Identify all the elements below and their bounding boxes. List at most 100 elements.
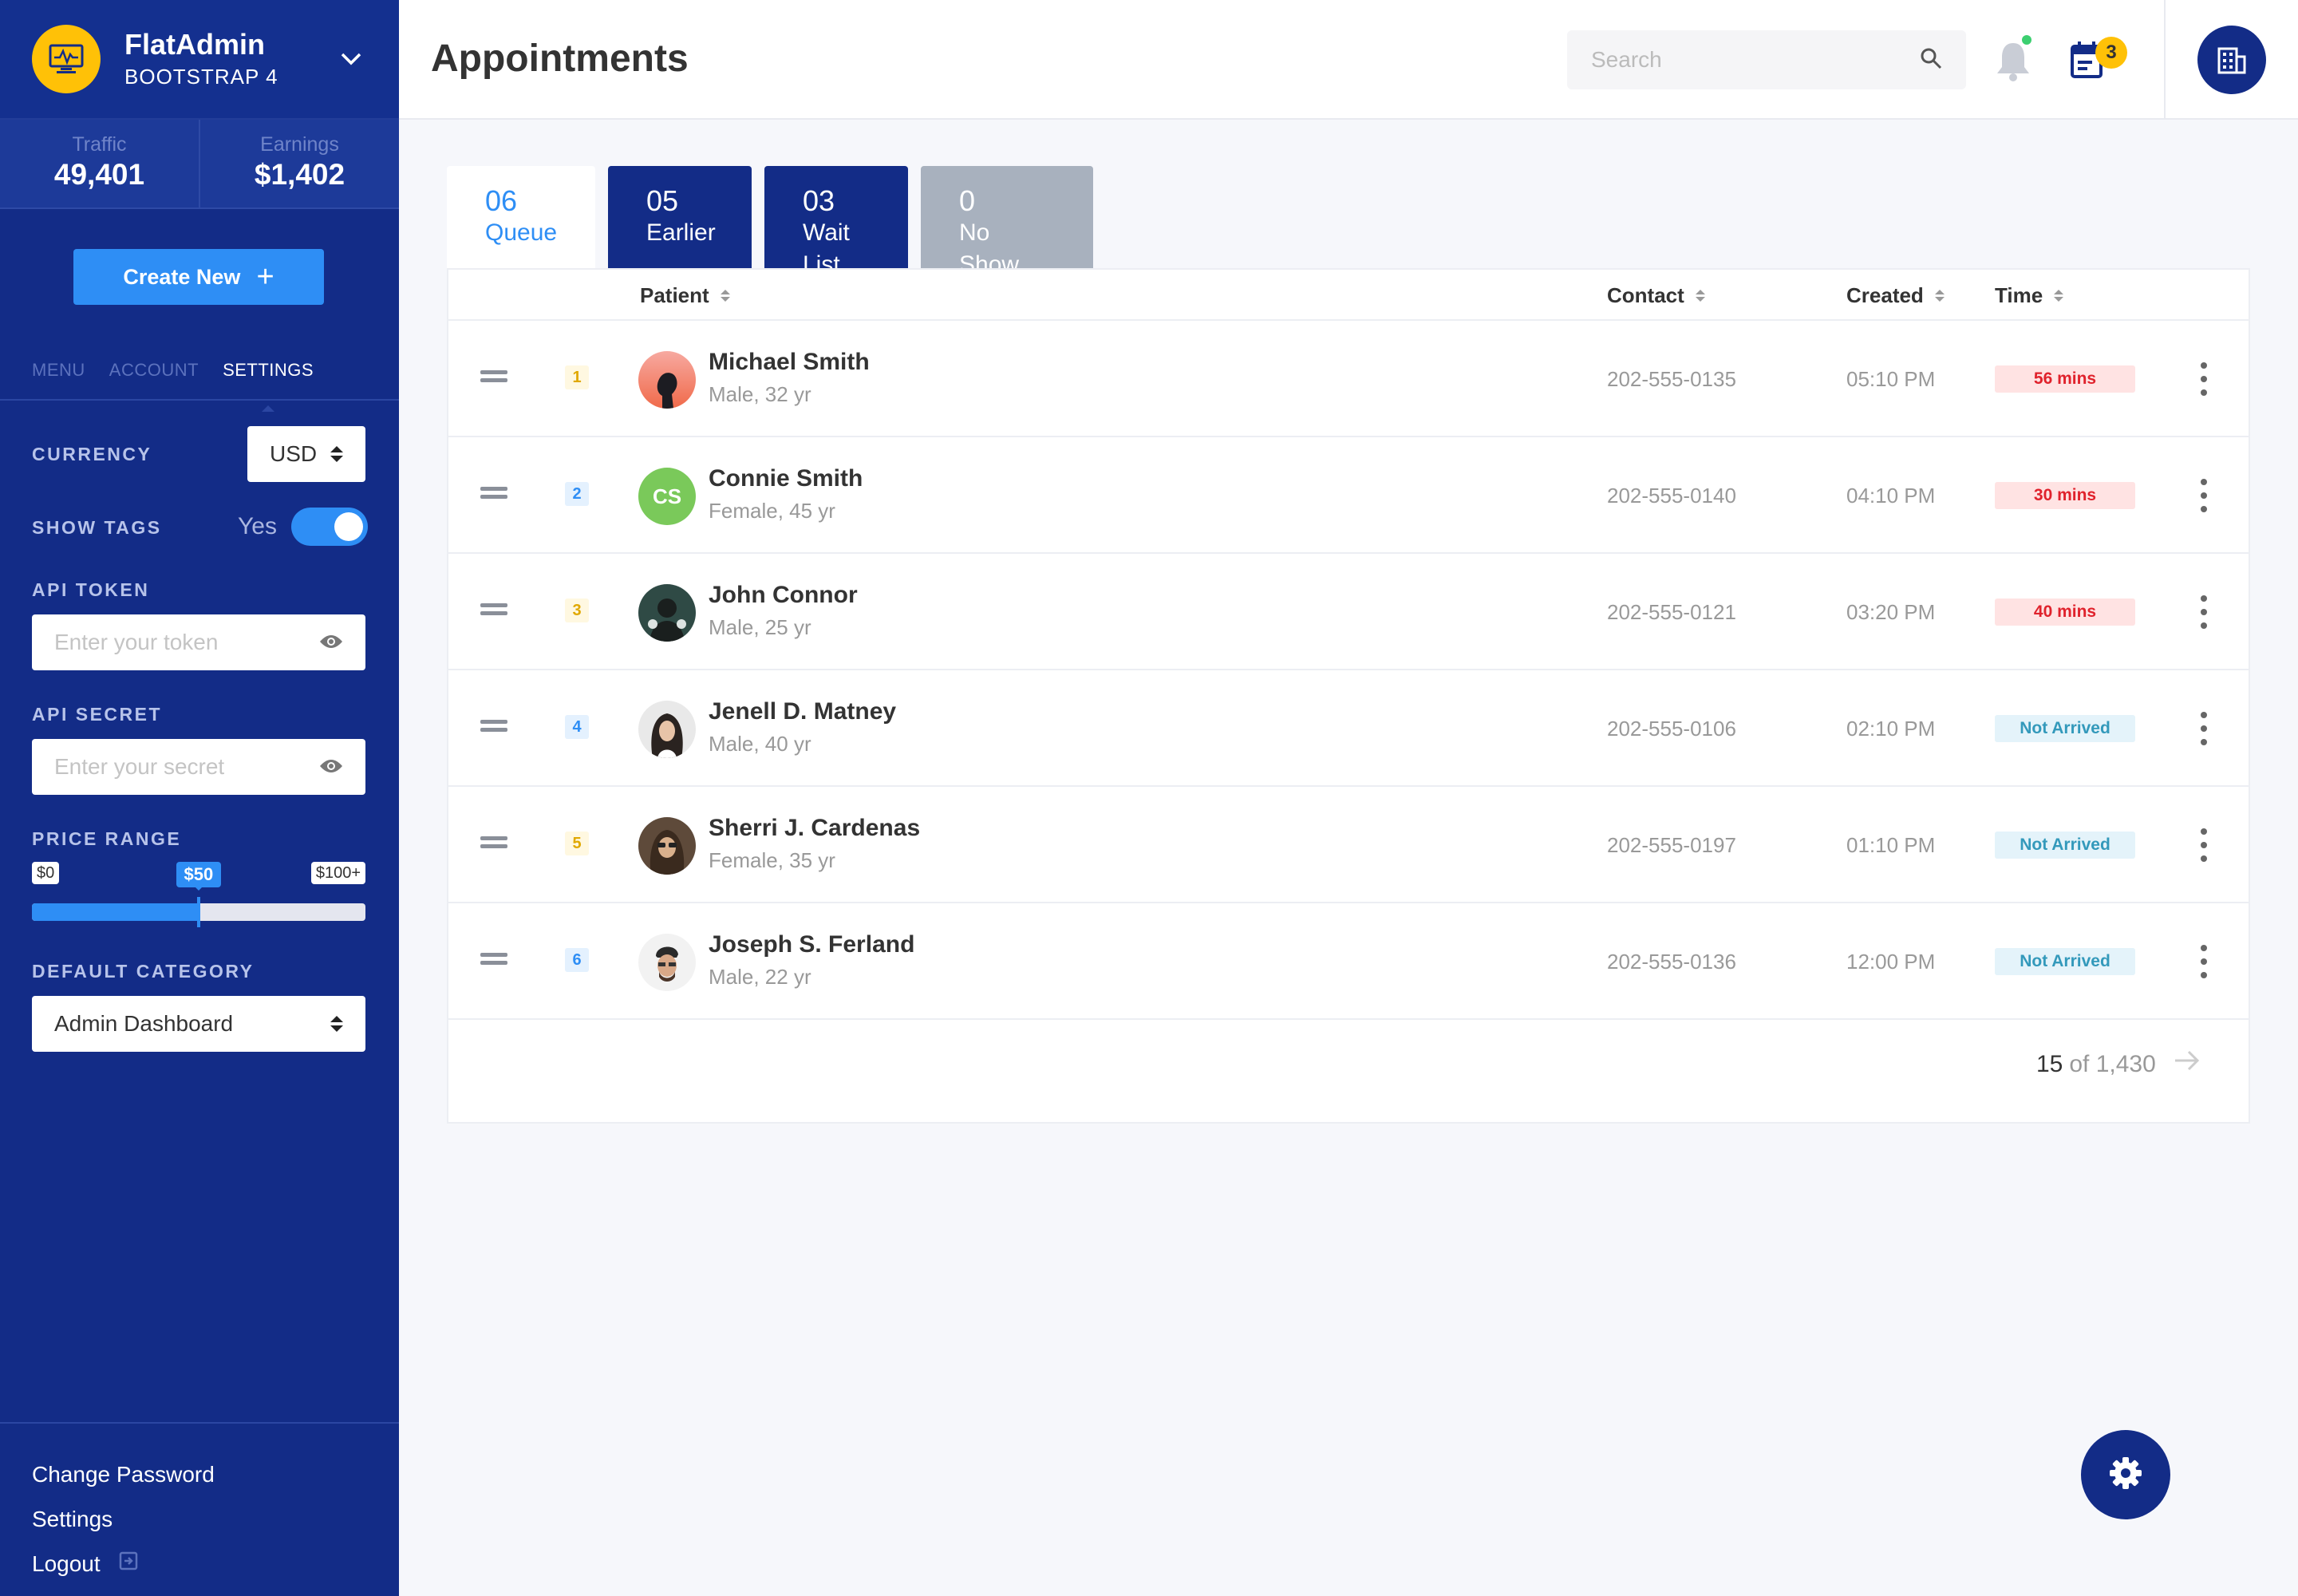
contact-phone: 202-555-0121 (1607, 600, 1736, 624)
building-icon[interactable] (2197, 26, 2266, 94)
bell-icon[interactable] (1993, 38, 2033, 83)
status-badge: Not Arrived (1995, 715, 2135, 742)
sidebar-tabs: MENU ACCOUNT SETTINGS (0, 351, 399, 412)
brand-name: FlatAdmin (124, 28, 265, 61)
tab-queue[interactable]: 06 Queue (447, 166, 595, 270)
stat-traffic: Traffic 49,401 (0, 120, 199, 207)
default-category-select[interactable]: Admin Dashboard (32, 996, 365, 1052)
brand[interactable]: FlatAdmin BOOTSTRAP 4 (0, 0, 399, 120)
search-box (1567, 30, 1966, 89)
show-tags-value: Yes (238, 513, 277, 539)
arrow-right-icon[interactable] (2174, 1049, 2201, 1080)
tab-settings[interactable]: SETTINGS (223, 351, 314, 412)
queue-number: 4 (565, 715, 589, 739)
patient-info: Male, 40 yr (709, 732, 811, 756)
tab-wait-list[interactable]: 03 Wait List (764, 166, 908, 278)
create-new-button[interactable]: Create New + (73, 249, 324, 305)
show-tags-toggle[interactable] (290, 508, 368, 546)
more-options-icon[interactable] (2199, 828, 2209, 862)
settings-link[interactable]: Settings (32, 1497, 367, 1542)
top-bar: Appointments 3 (399, 0, 2298, 120)
tab-count: 0 (959, 184, 976, 217)
toggle-knob (334, 512, 363, 541)
created-time: 05:10 PM (1846, 367, 1936, 391)
currency-select[interactable]: USD (247, 426, 365, 482)
status-badge: Not Arrived (1995, 948, 2135, 975)
api-secret-input[interactable] (54, 754, 294, 780)
drag-handle-icon[interactable] (480, 953, 507, 967)
stats-bar: Traffic 49,401 Earnings $1,402 (0, 120, 399, 209)
more-options-icon[interactable] (2199, 945, 2209, 978)
eye-icon[interactable] (319, 754, 343, 780)
tab-no-show[interactable]: 0 No Show (921, 166, 1093, 278)
patient-name[interactable]: Sherri J. Cardenas (709, 812, 920, 844)
avatar-initials: CS (638, 468, 696, 525)
patient-info: Female, 35 yr (709, 848, 835, 872)
tab-label: Queue (485, 219, 558, 246)
table-row[interactable]: 3 John Connor Male, 25 yr 202-555-0121 0… (448, 554, 2249, 670)
patient-name[interactable]: Michael Smith (709, 346, 870, 378)
tab-count: 05 (646, 184, 679, 217)
column-label: Patient (640, 283, 709, 307)
range-current: $50 (176, 862, 222, 891)
avatar (638, 584, 696, 642)
price-range-slider[interactable]: $0 $50 $100+ (32, 862, 365, 934)
drag-handle-icon[interactable] (480, 487, 507, 501)
settings-fab[interactable] (2081, 1430, 2170, 1519)
queue-number: 2 (565, 482, 589, 506)
logout-link[interactable]: Logout (32, 1542, 367, 1586)
pagination: 15 of 1,430 (2036, 1049, 2201, 1080)
show-tags-toggle-group: Yes (238, 508, 368, 546)
sort-icon (2054, 289, 2064, 302)
column-contact[interactable]: Contact (1607, 279, 1705, 311)
stat-value: 49,401 (53, 158, 145, 191)
search-icon[interactable] (1920, 47, 1942, 73)
more-options-icon[interactable] (2199, 712, 2209, 745)
chevron-down-icon[interactable] (335, 43, 367, 75)
contact-phone: 202-555-0135 (1607, 367, 1736, 391)
drag-handle-icon[interactable] (480, 370, 507, 385)
tab-count: 06 (485, 184, 518, 217)
more-options-icon[interactable] (2199, 479, 2209, 512)
patient-name[interactable]: Jenell D. Matney (709, 696, 896, 728)
contact-phone: 202-555-0136 (1607, 950, 1736, 974)
api-token-input[interactable] (54, 630, 294, 655)
change-password-link[interactable]: Change Password (32, 1452, 367, 1497)
table-row[interactable]: 1 Michael Smith Male, 32 yr 202-555-0135… (448, 321, 2249, 437)
drag-handle-icon[interactable] (480, 836, 507, 851)
drag-handle-icon[interactable] (480, 720, 507, 734)
patient-name[interactable]: Connie Smith (709, 463, 863, 495)
patient-info: Male, 25 yr (709, 615, 811, 639)
tab-account[interactable]: ACCOUNT (109, 351, 199, 399)
more-options-icon[interactable] (2199, 362, 2209, 396)
column-label: Time (1995, 283, 2043, 307)
patient-name[interactable]: Joseph S. Ferland (709, 929, 914, 961)
avatar (638, 934, 696, 991)
divider (2164, 0, 2166, 120)
page-title: Appointments (431, 38, 689, 80)
tab-label: Earlier (646, 219, 716, 246)
column-created[interactable]: Created (1846, 279, 1945, 311)
tab-earlier[interactable]: 05 Earlier (608, 166, 752, 268)
eye-icon[interactable] (319, 630, 343, 655)
contact-phone: 202-555-0140 (1607, 484, 1736, 508)
table-row[interactable]: 4 Jenell D. Matney Male, 40 yr 202-555-0… (448, 670, 2249, 787)
stat-earnings: Earnings $1,402 (199, 120, 399, 207)
table-row[interactable]: 2 CS Connie Smith Female, 45 yr 202-555-… (448, 437, 2249, 554)
created-time: 04:10 PM (1846, 484, 1936, 508)
range-handle[interactable] (197, 897, 200, 927)
currency-label: CURRENCY (32, 444, 152, 464)
tab-menu[interactable]: MENU (32, 351, 85, 399)
more-options-icon[interactable] (2199, 595, 2209, 629)
column-patient[interactable]: Patient (640, 279, 730, 311)
drag-handle-icon[interactable] (480, 603, 507, 618)
monitor-icon (32, 25, 101, 93)
default-category-label: DEFAULT CATEGORY (32, 961, 255, 982)
pagination-current: 15 (2036, 1051, 2063, 1077)
table-row[interactable]: 6 Joseph S. Ferland Male, 22 yr 202-555-… (448, 903, 2249, 1020)
column-time[interactable]: Time (1995, 279, 2064, 311)
table-row[interactable]: 5 Sherri J. Cardenas Female, 35 yr 202-5… (448, 787, 2249, 903)
patient-name[interactable]: John Connor (709, 579, 858, 611)
queue-number: 1 (565, 365, 589, 389)
search-input[interactable] (1591, 47, 1894, 73)
